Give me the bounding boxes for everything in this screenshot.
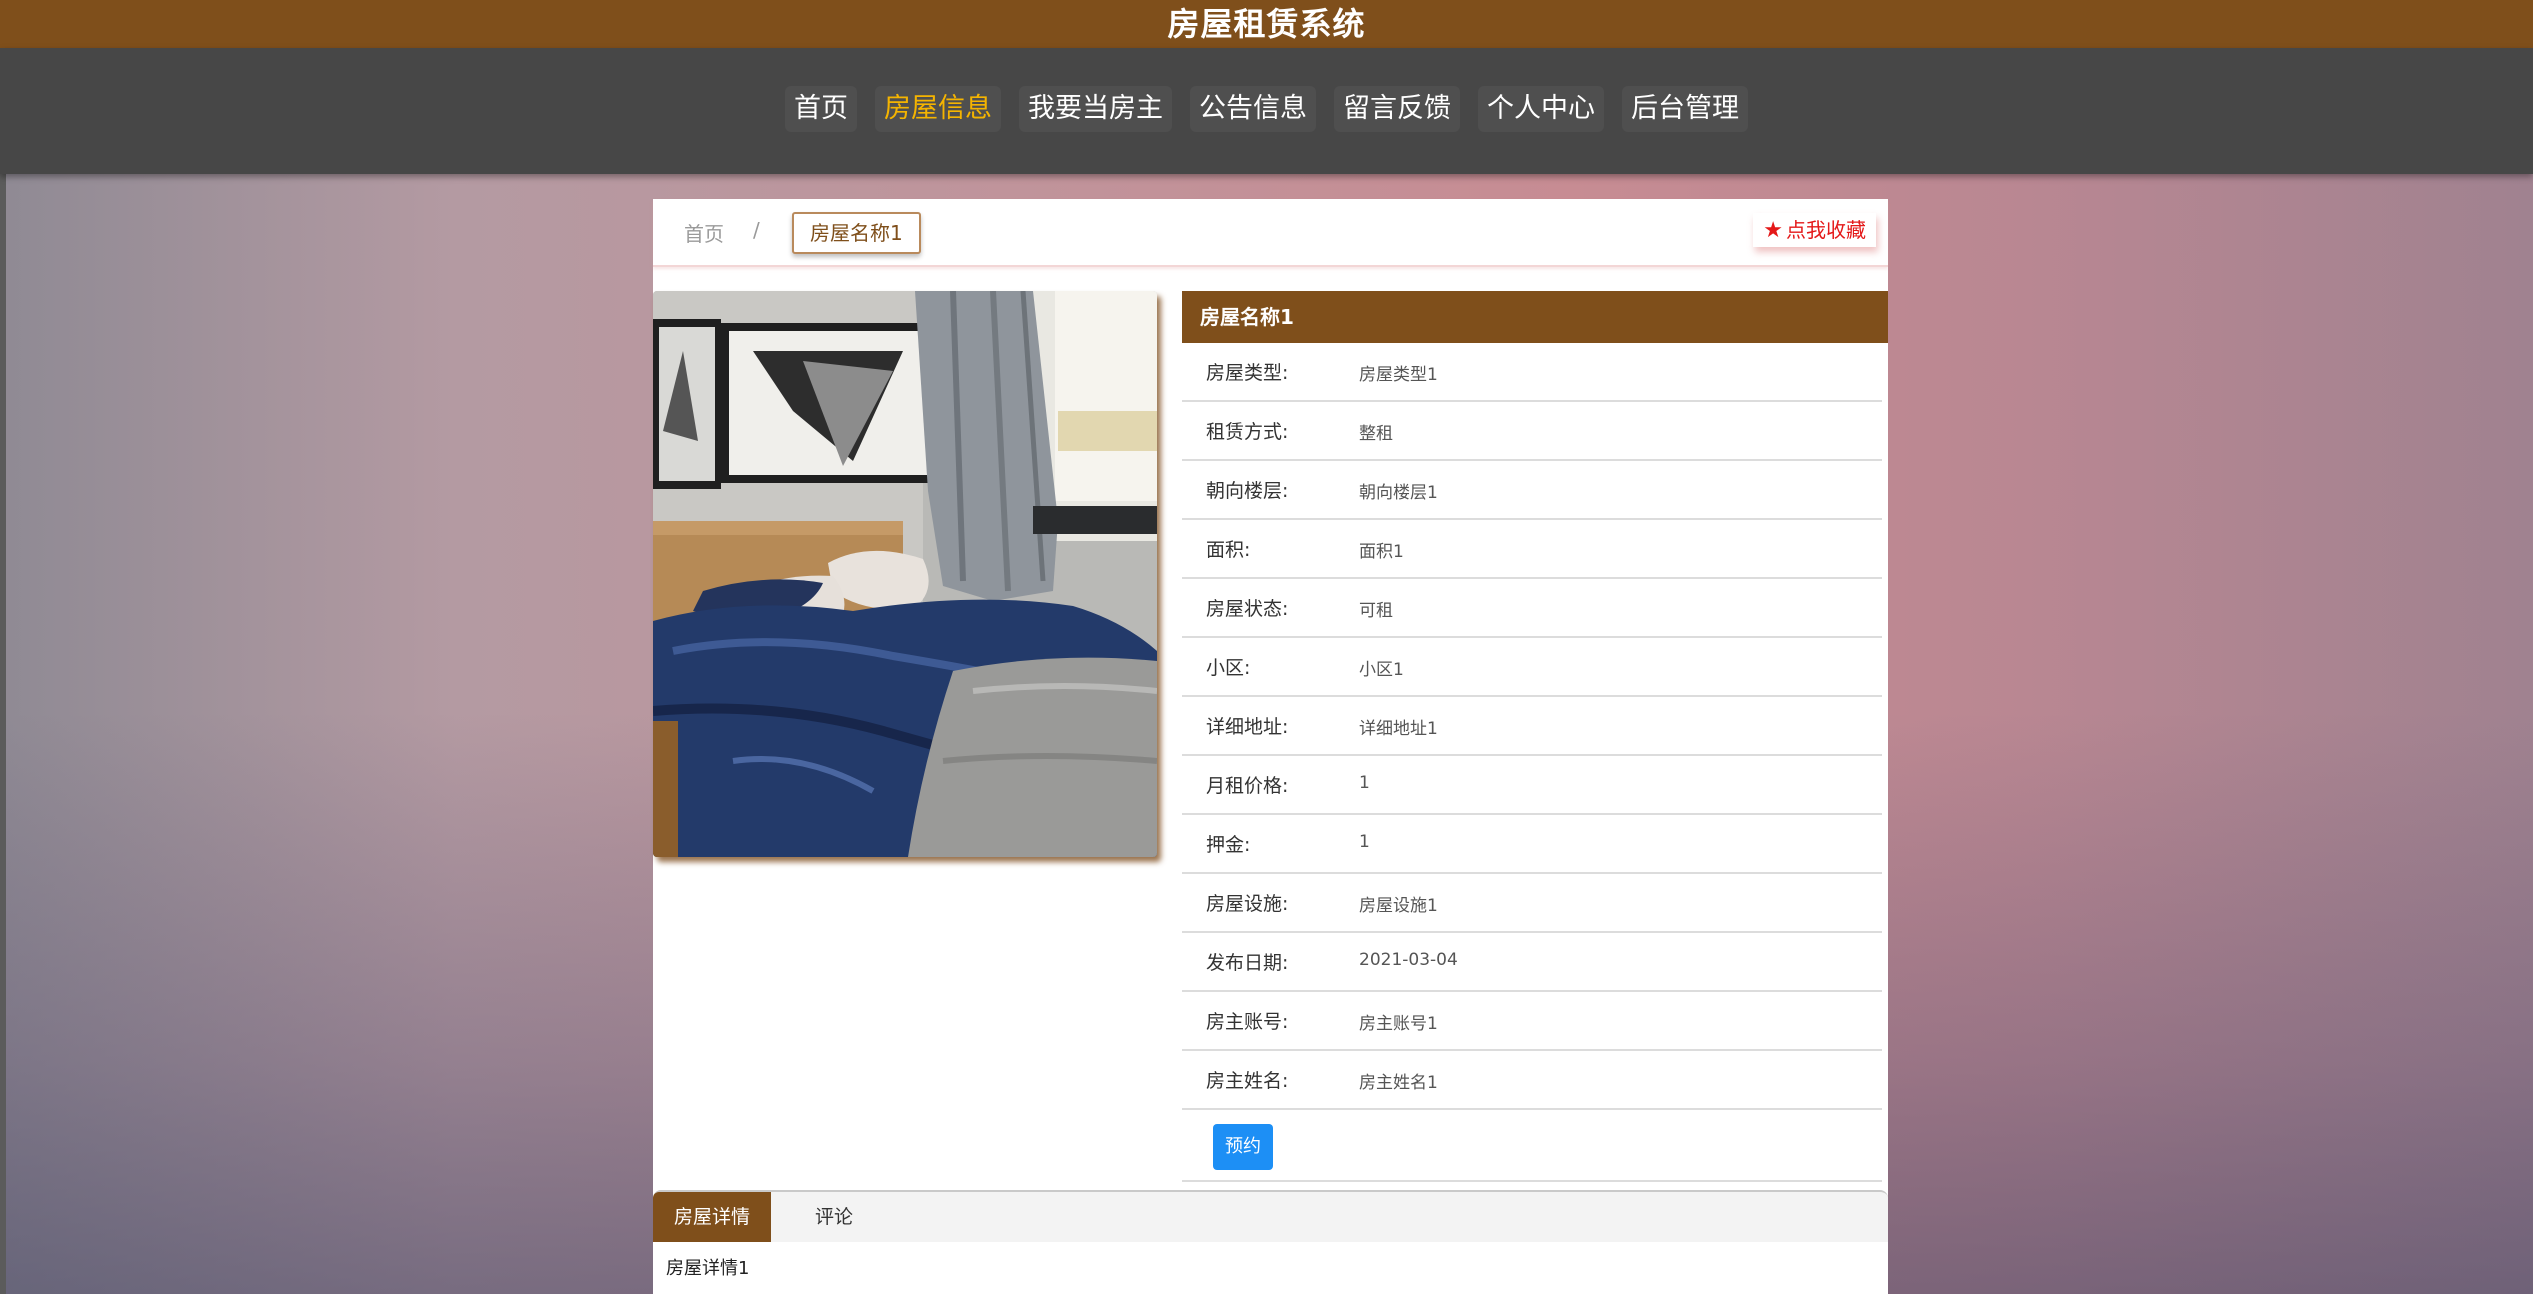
- info-value: 朝向楼层1: [1359, 483, 1438, 503]
- info-label: 租赁方式:: [1206, 421, 1289, 443]
- house-info-table: 房屋名称1 房屋类型: 房屋类型1 租赁方式: 整租 朝向楼层: 朝向楼层1 面…: [1182, 291, 1888, 1182]
- nav-item-house-info[interactable]: 房屋信息: [875, 86, 1001, 132]
- book-button[interactable]: 预约: [1213, 1124, 1273, 1170]
- info-value: 1: [1359, 832, 1370, 852]
- tab-content: 房屋详情1: [666, 1258, 750, 1279]
- info-value: 2021-03-04: [1359, 950, 1458, 970]
- info-row: 租赁方式: 整租: [1182, 402, 1882, 461]
- favorite-label: 点我收藏: [1786, 218, 1866, 242]
- info-value: 房主姓名1: [1359, 1073, 1438, 1093]
- breadcrumb-home-link[interactable]: 首页: [684, 218, 724, 247]
- book-row: 预约: [1182, 1110, 1882, 1182]
- info-value: 小区1: [1359, 660, 1404, 680]
- info-value: 整租: [1359, 424, 1393, 444]
- breadcrumb-current: 房屋名称1: [792, 212, 921, 254]
- info-value: 房主账号1: [1359, 1014, 1438, 1034]
- star-icon: ★: [1763, 218, 1783, 243]
- info-label: 房屋状态:: [1206, 598, 1289, 620]
- site-title: 房屋租赁系统: [0, 0, 2533, 48]
- info-row: 押金: 1: [1182, 815, 1882, 874]
- house-name-heading: 房屋名称1: [1182, 291, 1888, 343]
- info-row: 小区: 小区1: [1182, 638, 1882, 697]
- info-value: 房屋类型1: [1359, 365, 1438, 385]
- breadcrumb: 首页 / 房屋名称1 ★ 点我收藏: [653, 199, 1888, 267]
- info-row: 面积: 面积1: [1182, 520, 1882, 579]
- info-value: 房屋设施1: [1359, 896, 1438, 916]
- info-value: 面积1: [1359, 542, 1404, 562]
- info-label: 押金:: [1206, 834, 1251, 856]
- info-label: 房屋类型:: [1206, 362, 1289, 384]
- info-row: 发布日期: 2021-03-04: [1182, 933, 1882, 992]
- info-row: 房主姓名: 房主姓名1: [1182, 1051, 1882, 1110]
- info-row: 房主账号: 房主账号1: [1182, 992, 1882, 1051]
- house-detail-panel: 首页 / 房屋名称1 ★ 点我收藏 房屋名称1 房屋类型: 房屋类型1 租赁方式…: [653, 199, 1888, 1294]
- info-row: 详细地址: 详细地址1: [1182, 697, 1882, 756]
- breadcrumb-separator: /: [753, 218, 760, 242]
- nav-item-feedback[interactable]: 留言反馈: [1334, 86, 1460, 132]
- nav-item-announcements[interactable]: 公告信息: [1190, 86, 1316, 132]
- info-label: 月租价格:: [1206, 775, 1289, 797]
- info-row: 房屋设施: 房屋设施1: [1182, 874, 1882, 933]
- info-value: 可租: [1359, 601, 1393, 621]
- info-label: 房主账号:: [1206, 1011, 1289, 1033]
- nav-item-admin[interactable]: 后台管理: [1622, 86, 1748, 132]
- info-row: 月租价格: 1: [1182, 756, 1882, 815]
- info-value: 详细地址1: [1359, 719, 1438, 739]
- nav-item-home[interactable]: 首页: [785, 86, 857, 132]
- main-nav: 首页 房屋信息 我要当房主 公告信息 留言反馈 个人中心 后台管理: [0, 48, 2533, 174]
- bedroom-photo: [653, 291, 1157, 857]
- tab-strip: 房屋详情 评论: [653, 1190, 1888, 1242]
- nav-list: 首页 房屋信息 我要当房主 公告信息 留言反馈 个人中心 后台管理: [0, 86, 2533, 132]
- info-value: 1: [1359, 773, 1370, 793]
- favorite-button[interactable]: ★ 点我收藏: [1753, 213, 1876, 247]
- info-label: 小区:: [1206, 657, 1251, 679]
- info-label: 房屋设施:: [1206, 893, 1289, 915]
- info-label: 朝向楼层:: [1206, 480, 1289, 502]
- house-photo: [653, 291, 1157, 857]
- info-row: 房屋状态: 可租: [1182, 579, 1882, 638]
- detail-tabs: 房屋详情 评论 房屋详情1: [653, 1190, 1888, 1294]
- info-row: 朝向楼层: 朝向楼层1: [1182, 461, 1882, 520]
- nav-item-become-landlord[interactable]: 我要当房主: [1019, 86, 1172, 132]
- info-label: 详细地址:: [1206, 716, 1289, 738]
- tab-comments[interactable]: 评论: [815, 1192, 853, 1242]
- window-left-edge: [0, 0, 6, 1294]
- tab-house-details[interactable]: 房屋详情: [653, 1192, 771, 1242]
- info-label: 发布日期:: [1206, 952, 1289, 974]
- nav-item-personal-center[interactable]: 个人中心: [1478, 86, 1604, 132]
- info-label: 面积:: [1206, 539, 1251, 561]
- info-label: 房主姓名:: [1206, 1070, 1289, 1092]
- info-row: 房屋类型: 房屋类型1: [1182, 343, 1882, 402]
